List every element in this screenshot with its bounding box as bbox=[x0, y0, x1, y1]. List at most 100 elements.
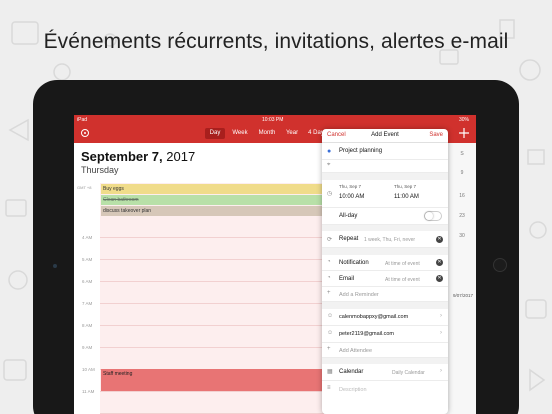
section-gap bbox=[322, 302, 448, 309]
day-grid[interactable]: GMT +8 Buy eggs Clean bathroom discuss t… bbox=[74, 183, 324, 414]
email-value[interactable]: At time of event bbox=[385, 277, 420, 283]
chevron-right-icon[interactable]: › bbox=[440, 330, 442, 336]
mini-calendar-strip bbox=[450, 143, 476, 414]
chevron-right-icon[interactable]: › bbox=[440, 313, 442, 319]
date-main: September 7, bbox=[81, 149, 163, 164]
repeat-value[interactable]: 1 week, Thu, Fri, never bbox=[364, 237, 415, 243]
settings-icon[interactable] bbox=[80, 128, 90, 138]
weekday-label: Thursday bbox=[81, 165, 119, 175]
timed-event[interactable]: Staff meeting bbox=[101, 369, 323, 391]
clear-email-icon[interactable]: ✕ bbox=[436, 275, 443, 282]
date-time-row[interactable]: ◷ Thu, Sep 7 10:00 AM Thu, Sep 7 11:00 A… bbox=[322, 180, 448, 208]
event-title-row[interactable]: ● Project planning bbox=[322, 143, 448, 160]
allday-label: All-day bbox=[339, 213, 358, 219]
status-bar: iPad 10:03 PM 30% bbox=[74, 115, 476, 124]
person-icon: ☺ bbox=[327, 313, 334, 319]
repeat-icon: ⟳ bbox=[327, 237, 333, 243]
allday-toggle[interactable] bbox=[424, 211, 442, 221]
add-event-dialog: Cancel Add Event Save ● Project planning… bbox=[322, 129, 448, 414]
save-button[interactable]: Save bbox=[429, 132, 443, 138]
repeat-label: Repeat bbox=[339, 236, 359, 242]
plus-icon: + bbox=[327, 346, 331, 352]
clear-repeat-icon[interactable]: ✕ bbox=[436, 236, 443, 243]
description-field[interactable]: Description bbox=[339, 387, 367, 393]
battery-label: 30% bbox=[459, 117, 470, 123]
description-row[interactable]: ≡ Description bbox=[322, 381, 448, 398]
attendee-row[interactable]: ☺ calenmobappxy@gmail.com › bbox=[322, 309, 448, 326]
add-reminder-row[interactable]: + Add a Reminder bbox=[322, 287, 448, 302]
plus-icon: + bbox=[327, 290, 331, 296]
mini-cal-day[interactable]: 30 bbox=[454, 233, 470, 239]
hour-line bbox=[100, 391, 324, 392]
location-pin-icon: ⌖ bbox=[327, 162, 331, 168]
hour-line bbox=[100, 237, 324, 238]
mini-cal-day[interactable]: 23 bbox=[454, 213, 470, 219]
allday-event[interactable]: discuss takeover plan bbox=[101, 206, 323, 216]
calendar-icon: ▦ bbox=[327, 369, 333, 375]
calendar-value[interactable]: Daily Calendar bbox=[392, 370, 425, 376]
home-button[interactable] bbox=[493, 258, 507, 272]
person-icon: ☺ bbox=[327, 330, 334, 336]
hour-label: 7 AM bbox=[82, 301, 93, 306]
mini-cal-day[interactable]: 16 bbox=[454, 193, 470, 199]
day-header: September 7, 2017 Thursday bbox=[74, 143, 324, 183]
section-gap bbox=[322, 248, 448, 255]
chevron-right-icon[interactable]: › bbox=[440, 368, 442, 374]
headline: Événements récurrents, invitations, aler… bbox=[43, 30, 509, 53]
hour-label: 6 AM bbox=[82, 279, 93, 284]
hour-label: 8 AM bbox=[82, 323, 93, 328]
add-reminder-button[interactable]: Add a Reminder bbox=[339, 292, 379, 298]
allday-row[interactable]: All-day bbox=[322, 208, 448, 225]
attendee-email[interactable]: peter2119@gmail.com bbox=[339, 331, 394, 337]
hour-label: 9 AM bbox=[82, 345, 93, 350]
hour-label: 4 AM bbox=[82, 235, 93, 240]
notification-value[interactable]: At time of event bbox=[385, 261, 420, 267]
notification-label: Notification bbox=[339, 260, 369, 266]
repeat-row[interactable]: ⟳ Repeat 1 week, Thu, Fri, never ✕ bbox=[322, 231, 448, 248]
mini-cal-day[interactable]: S bbox=[454, 151, 470, 157]
end-time[interactable]: 11:00 AM bbox=[394, 194, 419, 200]
hour-line bbox=[100, 303, 324, 304]
hour-line bbox=[100, 325, 324, 326]
email-row[interactable]: ◔ Email At time of event ✕ bbox=[322, 271, 448, 287]
tab-month[interactable]: Month bbox=[255, 128, 279, 139]
allday-event[interactable]: Buy eggs bbox=[101, 184, 323, 194]
end-day[interactable]: Thu, Sep 7 bbox=[394, 184, 416, 189]
start-time[interactable]: 10:00 AM bbox=[339, 194, 364, 200]
hour-line bbox=[100, 259, 324, 260]
page-title: September 7, 2017 bbox=[81, 149, 195, 164]
add-attendee-button[interactable]: Add Attendee bbox=[339, 348, 372, 354]
notification-row[interactable]: ◔ Notification At time of event ✕ bbox=[322, 255, 448, 271]
camera-icon bbox=[53, 264, 57, 268]
section-gap bbox=[322, 173, 448, 180]
calendar-row[interactable]: ▦ Calendar Daily Calendar › bbox=[322, 364, 448, 381]
event-title-field[interactable]: Project planning bbox=[339, 148, 382, 154]
timezone-label: GMT +8 bbox=[77, 185, 92, 190]
mini-cal-day[interactable]: 9 bbox=[454, 170, 470, 176]
bell-icon: ◔ bbox=[327, 275, 331, 281]
clock-icon: ◷ bbox=[327, 191, 333, 197]
tab-year[interactable]: Year bbox=[283, 128, 301, 139]
calendar-label: Calendar bbox=[339, 369, 364, 375]
bell-icon: ◔ bbox=[327, 259, 331, 265]
hour-label: 10 AM bbox=[82, 367, 95, 372]
location-row[interactable]: ⌖ bbox=[322, 160, 448, 173]
attendee-row[interactable]: ☺ peter2119@gmail.com › bbox=[322, 326, 448, 343]
add-attendee-row[interactable]: + Add Attendee bbox=[322, 343, 448, 358]
device-label: iPad bbox=[77, 117, 88, 123]
attendee-email[interactable]: calenmobappxy@gmail.com bbox=[339, 314, 408, 320]
start-day[interactable]: Thu, Sep 7 bbox=[339, 184, 361, 189]
calendar-color-icon: ● bbox=[327, 148, 332, 155]
email-label: Email bbox=[339, 276, 355, 282]
hour-label: 5 AM bbox=[82, 257, 93, 262]
hour-label: 11 AM bbox=[82, 389, 95, 394]
clear-notification-icon[interactable]: ✕ bbox=[436, 259, 443, 266]
tab-week[interactable]: Week bbox=[229, 128, 251, 139]
allday-event[interactable]: Clean bathroom bbox=[101, 195, 323, 205]
hour-line bbox=[100, 281, 324, 282]
ipad-screen: iPad 10:03 PM 30% Day Week Month Year 4 … bbox=[74, 115, 476, 414]
tab-day[interactable]: Day bbox=[205, 128, 225, 139]
list-date: 9/07/2017 bbox=[453, 293, 474, 298]
clock: 10:03 PM bbox=[262, 117, 284, 123]
add-icon[interactable] bbox=[458, 127, 470, 139]
